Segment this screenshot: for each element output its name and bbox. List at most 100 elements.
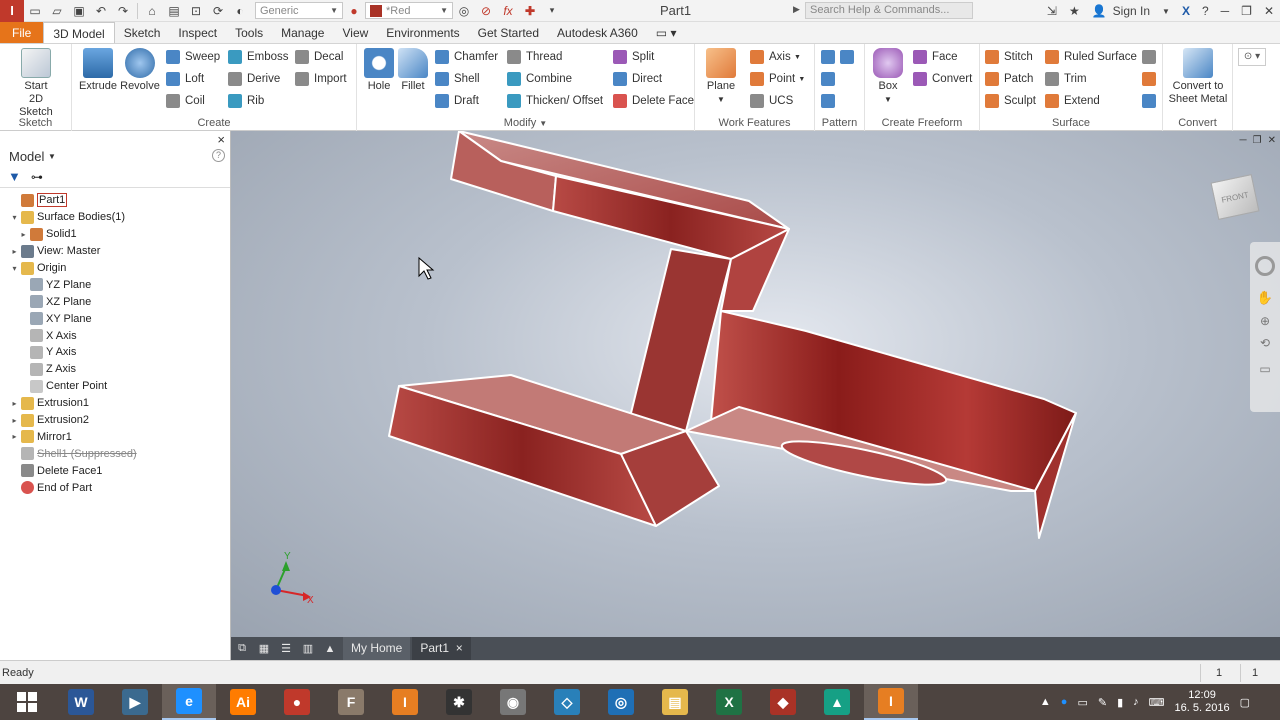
panel-label-modify[interactable]: Modify ▼ <box>357 117 694 129</box>
tree-node[interactable]: Part1 <box>0 192 230 209</box>
tree-node[interactable]: Z Axis <box>0 361 230 378</box>
tree-node[interactable]: XZ Plane <box>0 293 230 310</box>
box-button[interactable]: Box ▼ <box>866 48 910 106</box>
add-icon[interactable]: ✚ <box>519 1 541 21</box>
tree-node[interactable]: ▸ Solid1 <box>0 226 230 243</box>
tab-view[interactable]: View <box>333 22 377 43</box>
zoom-icon[interactable]: ⊕ <box>1250 314 1280 328</box>
tree-node[interactable]: ▸ Mirror1 <box>0 428 230 445</box>
thicken-offset-button[interactable]: Thicken/ Offset <box>507 92 603 110</box>
draft-button[interactable]: Draft <box>435 92 479 110</box>
appearance-select[interactable]: *Red ▼ <box>365 2 453 19</box>
save-icon[interactable]: ▣ <box>68 1 90 21</box>
clear-appearance-icon[interactable]: ⊘ <box>475 1 497 21</box>
tree-node[interactable]: End of Part <box>0 479 230 496</box>
tile-windows-icon[interactable]: ▦ <box>253 637 275 660</box>
arrange-vertical-icon[interactable]: ▥ <box>297 637 319 660</box>
tree-node[interactable]: ▸ Extrusion2 <box>0 412 230 429</box>
plane-button[interactable]: Plane ▼ <box>699 48 743 106</box>
taskbar-app-excel[interactable]: X <box>702 684 756 720</box>
tab-tools[interactable]: Tools <box>226 22 272 43</box>
cascade-windows-icon[interactable]: ⧉ <box>231 637 253 660</box>
point-button[interactable]: Point ▼ <box>750 70 805 88</box>
surface-tool-2-button[interactable] <box>1142 70 1161 88</box>
shell-button[interactable]: Shell <box>435 70 480 88</box>
minimize-icon[interactable]: ─ <box>1215 4 1236 18</box>
clock[interactable]: 12:09 16. 5. 2016 <box>1175 689 1230 715</box>
tree-node[interactable]: Y Axis <box>0 344 230 361</box>
select-icon[interactable]: ⊡ <box>185 1 207 21</box>
tab-my-home[interactable]: My Home <box>343 637 411 660</box>
tree-node[interactable]: X Axis <box>0 327 230 344</box>
import-button[interactable]: Import <box>295 70 347 88</box>
sign-in-link[interactable]: Sign In <box>1113 4 1156 18</box>
tree-node[interactable]: ▾ Origin <box>0 260 230 277</box>
look-at-icon[interactable]: ▭ <box>1250 362 1280 376</box>
taskbar-app-inventor-fusion[interactable]: F <box>324 684 378 720</box>
search-input[interactable]: Search Help & Commands... <box>805 2 973 19</box>
tab-file[interactable]: File <box>0 22 44 43</box>
tree-node[interactable]: ▸ View: Master <box>0 243 230 260</box>
customize-icon[interactable]: ▾ <box>541 1 563 21</box>
chamfer-button[interactable]: Chamfer <box>435 48 498 66</box>
axis-button[interactable]: Axis ▼ <box>750 48 801 66</box>
pen-icon[interactable]: ✎ <box>1098 696 1107 709</box>
taskbar-app-inventor-pro[interactable]: I <box>378 684 432 720</box>
connect-icon[interactable]: ⇲ <box>1041 4 1063 18</box>
print-icon[interactable]: ▤ <box>163 1 185 21</box>
ribbon-options-dropdown[interactable]: ⊙ ▾ <box>1238 48 1266 66</box>
patch-button[interactable]: Patch <box>985 70 1033 88</box>
tray-app-icon[interactable]: ● <box>1061 696 1068 708</box>
face-button[interactable]: Face <box>913 48 958 66</box>
redo-icon[interactable]: ↷ <box>112 1 134 21</box>
tabs-menu-icon[interactable]: ▲ <box>319 637 341 660</box>
sculpt-button[interactable]: Sculpt <box>985 92 1036 110</box>
tab-part1[interactable]: Part1 × <box>412 637 471 660</box>
action-center-icon[interactable]: ▭ <box>1077 696 1087 709</box>
tray-expand-icon[interactable]: ▲ <box>1040 696 1051 708</box>
extrude-button[interactable]: Extrude <box>76 48 120 93</box>
tree-node[interactable]: YZ Plane <box>0 276 230 293</box>
taskbar-app-movie-maker[interactable]: ▶ <box>108 684 162 720</box>
notifications-icon[interactable]: ▢ <box>1240 696 1250 709</box>
loft-button[interactable]: Loft <box>166 70 204 88</box>
steering-wheel-icon[interactable] <box>1255 256 1275 276</box>
tree-node[interactable]: Shell1 (Suppressed) <box>0 445 230 462</box>
expand-toggle-icon[interactable]: ▸ <box>10 416 19 425</box>
taskbar-app-red-cube[interactable]: ◆ <box>756 684 810 720</box>
favorites-icon[interactable]: ★ <box>1063 4 1086 18</box>
taskbar-app-inventor-active[interactable]: I <box>864 684 918 720</box>
sign-in-dropdown-icon[interactable]: ▼ <box>1156 7 1176 16</box>
tree-node[interactable]: XY Plane <box>0 310 230 327</box>
pan-icon[interactable]: ✋ <box>1250 290 1280 306</box>
taskbar-app-word[interactable]: W <box>54 684 108 720</box>
close-browser-icon[interactable]: × <box>217 132 225 147</box>
browser-help-icon[interactable]: ? <box>212 149 225 162</box>
sketch-pattern-button[interactable] <box>821 92 840 110</box>
find-icon[interactable]: ⊶ <box>31 170 43 184</box>
taskbar-app-file-explorer[interactable]: ▤ <box>648 684 702 720</box>
tab-manage[interactable]: Manage <box>272 22 333 43</box>
ucs-button[interactable]: UCS <box>750 92 793 110</box>
tree-node[interactable]: Center Point <box>0 378 230 395</box>
battery-icon[interactable]: ▮ <box>1117 696 1123 709</box>
revolve-button[interactable]: Revolve <box>118 48 162 93</box>
ruled-surface-button[interactable]: Ruled Surface <box>1045 48 1137 66</box>
expand-toggle-icon[interactable]: ▸ <box>19 230 28 239</box>
home-icon[interactable]: ⌂ <box>141 1 163 21</box>
material-select[interactable]: Generic ▼ <box>255 2 343 19</box>
volume-icon[interactable]: ♪ <box>1133 696 1139 708</box>
emboss-button[interactable]: Emboss <box>228 48 289 66</box>
extend-button[interactable]: Extend <box>1045 92 1100 110</box>
tab-inspect[interactable]: Inspect <box>169 22 226 43</box>
thread-button[interactable]: Thread <box>507 48 562 66</box>
adjust-icon[interactable]: ◎ <box>453 1 475 21</box>
convert-freeform-button[interactable]: Convert <box>913 70 972 88</box>
expand-toggle-icon[interactable]: ▾ <box>10 213 19 222</box>
orbit-icon[interactable]: ⟲ <box>1250 336 1280 350</box>
taskbar-app-camera-app[interactable]: ◎ <box>594 684 648 720</box>
direct-button[interactable]: Direct <box>613 70 662 88</box>
trim-button[interactable]: Trim <box>1045 70 1087 88</box>
vp-restore-icon[interactable]: ❐ <box>1253 135 1262 146</box>
open-file-icon[interactable]: ▱ <box>46 1 68 21</box>
